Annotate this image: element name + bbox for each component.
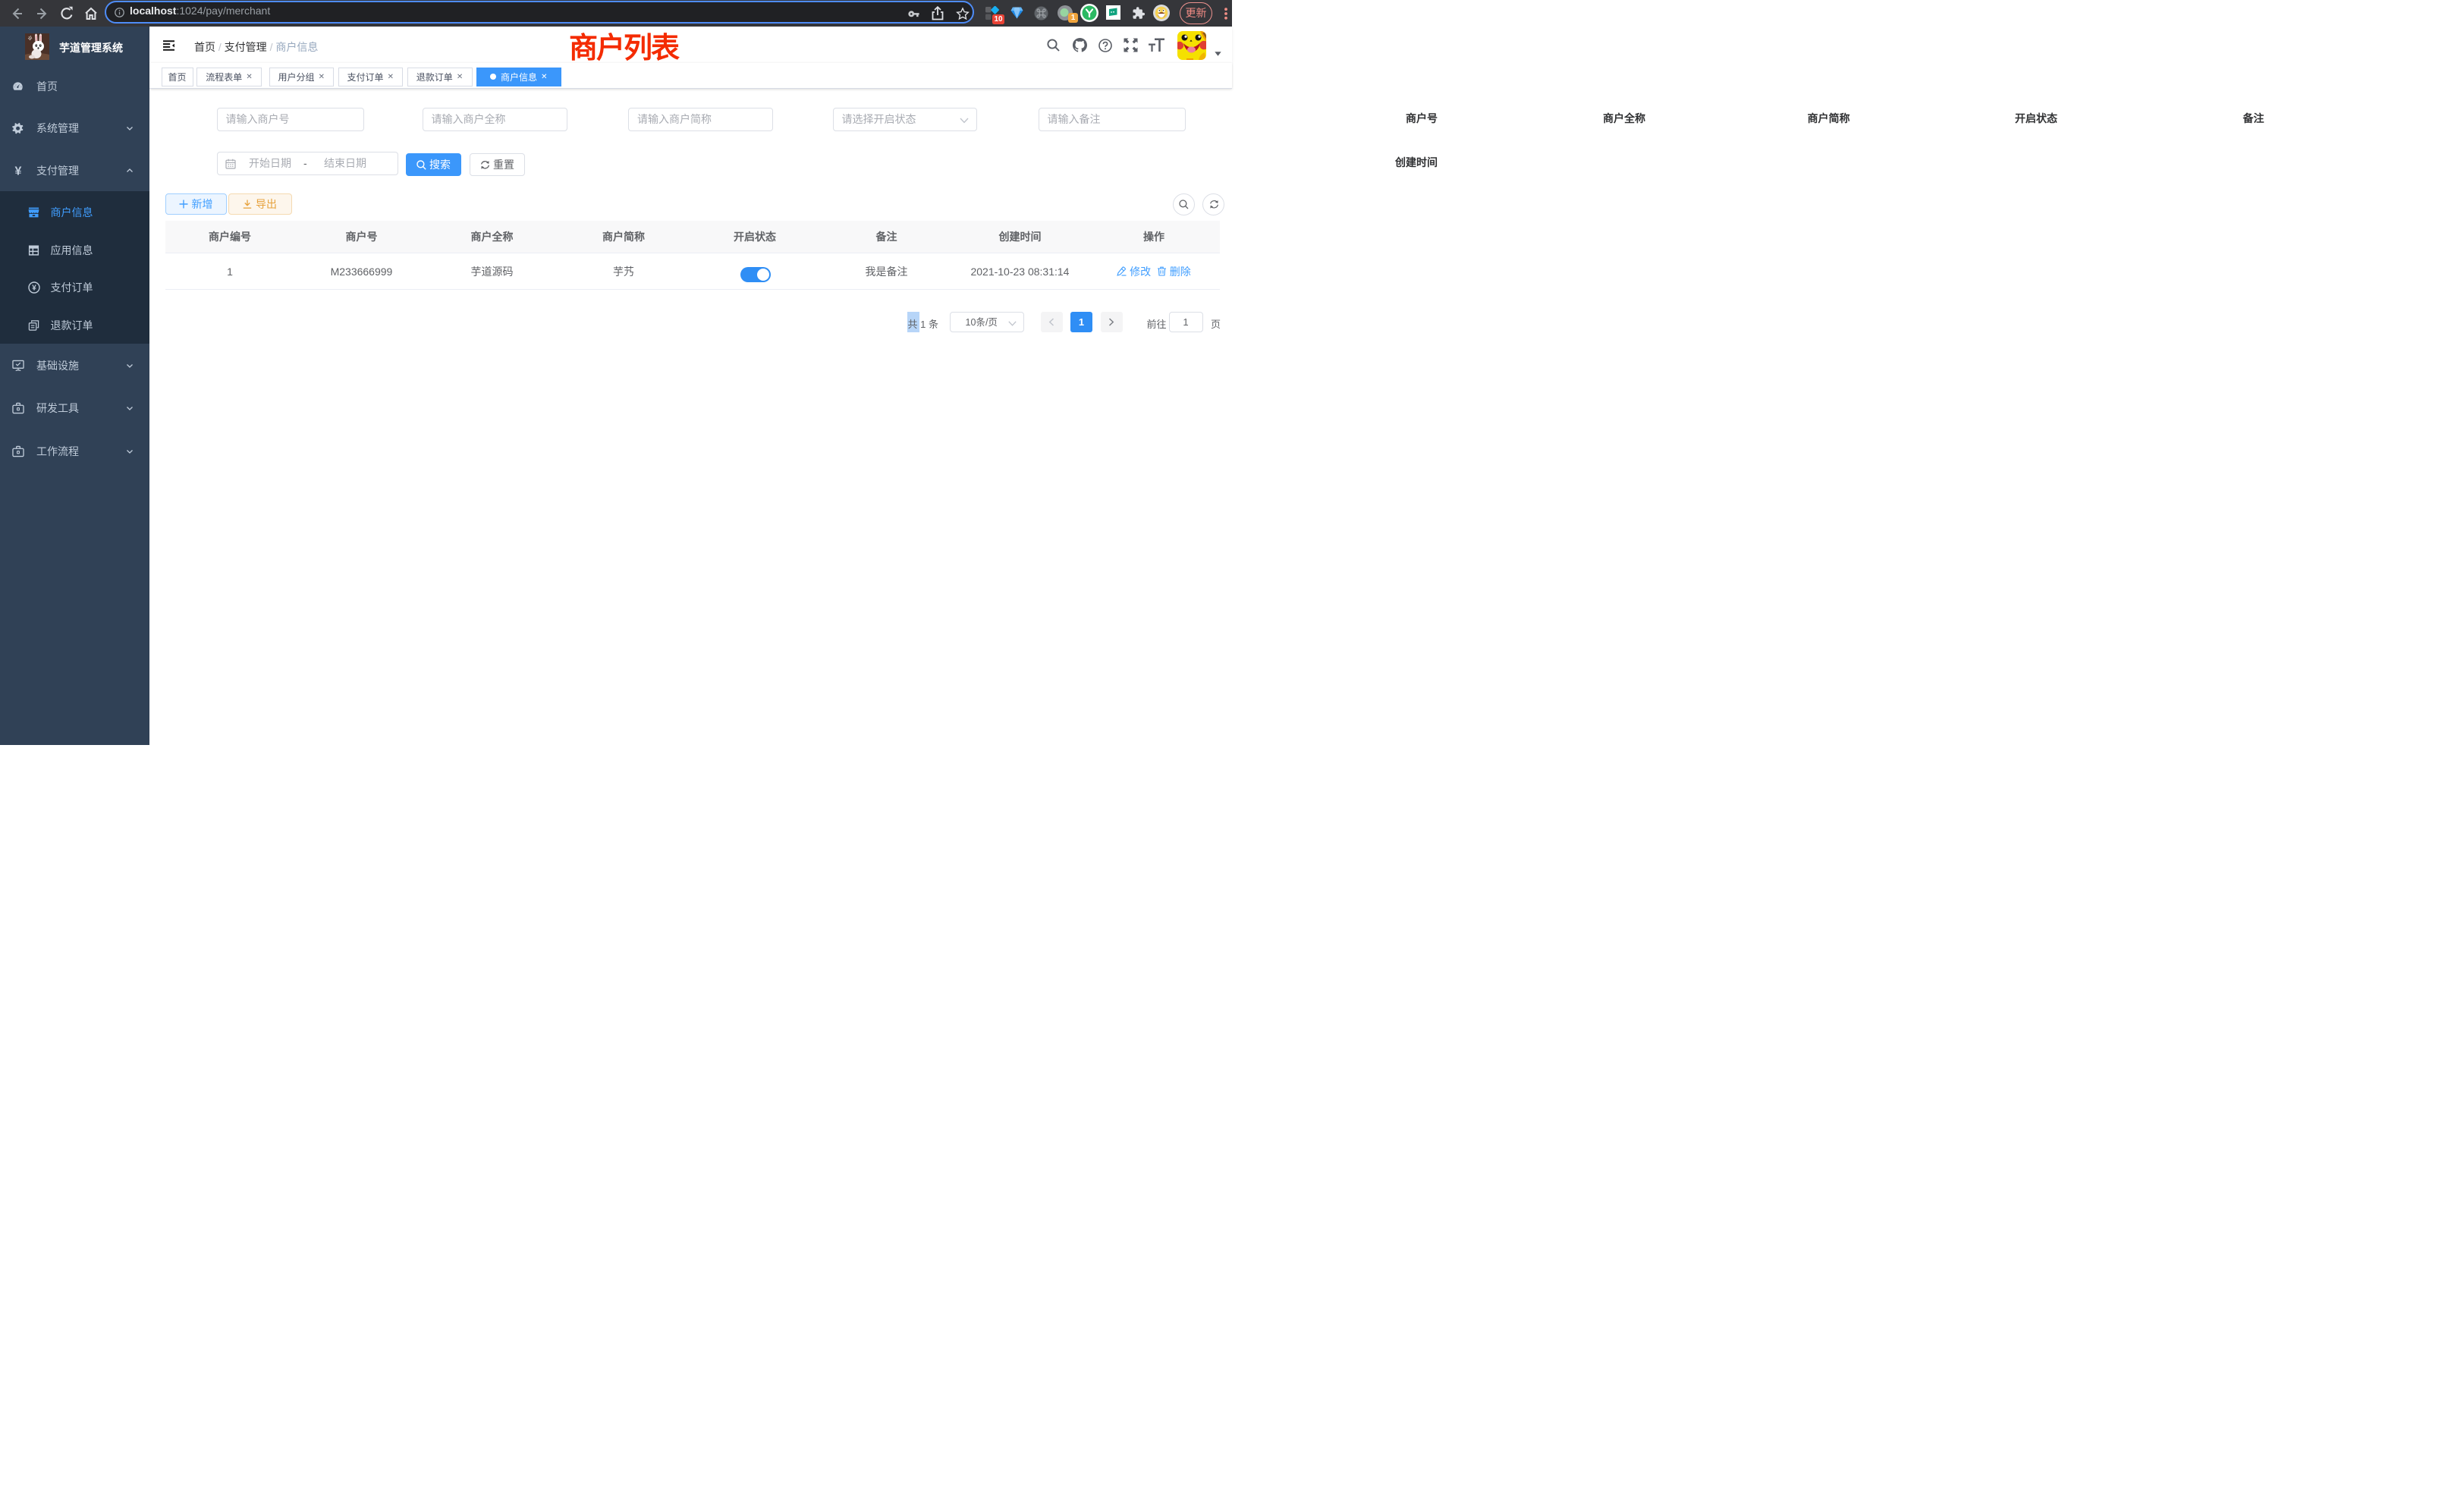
svg-text:¥: ¥: [15, 165, 22, 178]
svg-text:¥: ¥: [32, 284, 36, 293]
